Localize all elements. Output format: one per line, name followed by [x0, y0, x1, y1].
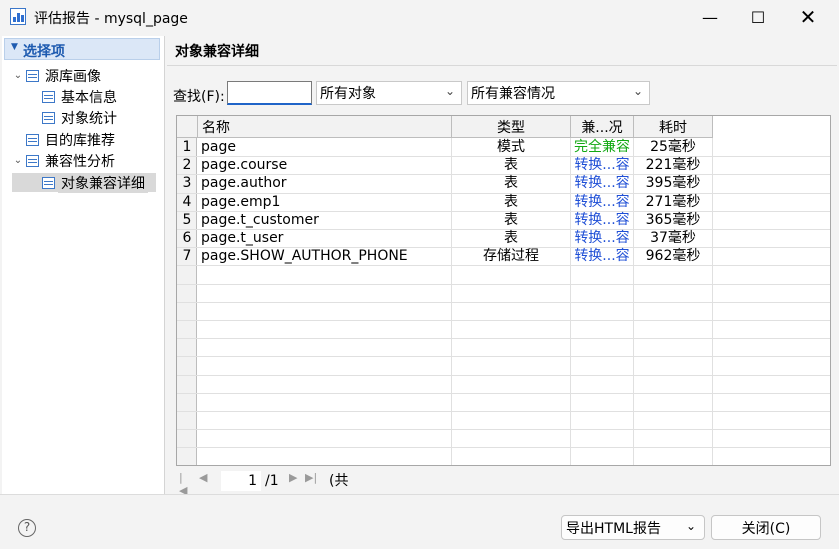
window-title: 评估报告 - mysql_page [34, 11, 188, 27]
help-icon[interactable]: ? [18, 519, 36, 537]
cell-name: page [201, 139, 236, 155]
tree-node-label: 基本信息 [61, 89, 117, 106]
tree-node-compat-analysis[interactable]: ⌄ 兼容性分析 [12, 151, 118, 170]
header-corner [177, 116, 198, 138]
cell-compat: 转换...容 [574, 211, 630, 228]
report-app-icon [10, 8, 26, 25]
close-icon: ✕ [799, 5, 817, 29]
page-number-input[interactable]: 1 [221, 471, 261, 491]
node-icon [42, 176, 55, 189]
chevron-down-icon: ⌄ [685, 519, 696, 533]
close-window-button[interactable]: ✕ [785, 0, 831, 34]
cell-name: page.t_customer [201, 211, 319, 228]
prev-page-icon[interactable]: ◀ [199, 471, 207, 484]
tree-node-label: 对象统计 [61, 110, 117, 127]
selection-tree: ▼ 选择项 ⌄ 源库画像 基本信息 对象统计 目的库推荐 ⌄ 兼容性分析 对象兼… [2, 36, 165, 494]
find-input[interactable] [227, 81, 312, 105]
main-panel: 对象兼容详细 查找(F): 所有对象 ⌄ 所有兼容情况 ⌄ 名称 类型 兼...… [167, 36, 837, 509]
chevron-down-icon: ⌄ [632, 84, 643, 98]
node-icon [42, 111, 55, 124]
cell-name: page.emp1 [201, 193, 281, 210]
row-number: 6 [182, 230, 192, 246]
close-button[interactable]: 关闭(C) [711, 515, 821, 540]
export-label: 导出HTML报告 [566, 520, 661, 537]
row-number: 5 [182, 211, 192, 228]
tree-node-basic-info[interactable]: 基本信息 [42, 87, 120, 106]
column-header-time[interactable]: 耗时 [634, 116, 713, 138]
cell-name: page.course [201, 157, 288, 174]
last-page-icon[interactable]: ▶| [305, 471, 317, 484]
cell-time: 271毫秒 [645, 193, 701, 210]
tree-node-label: 兼容性分析 [45, 153, 115, 170]
row-number: 7 [182, 248, 192, 265]
cell-time: 25毫秒 [650, 139, 696, 155]
next-page-icon[interactable]: ▶ [289, 471, 297, 484]
column-header-compat[interactable]: 兼...况 [571, 116, 634, 138]
cell-time: 962毫秒 [645, 248, 701, 265]
expand-chevron-icon[interactable]: ⌄ [12, 70, 24, 81]
cell-time: 365毫秒 [645, 211, 701, 228]
cell-name: page.author [201, 175, 287, 192]
tree-node-label: 源库画像 [45, 68, 101, 85]
column-header-name[interactable]: 名称 [198, 116, 452, 138]
maximize-icon: ☐ [750, 7, 766, 27]
tree-header-label: 选择项 [23, 44, 65, 60]
chevron-down-icon: ⌄ [444, 84, 455, 98]
bottom-bar: ? 导出HTML报告 ⌄ 关闭(C) [0, 494, 839, 549]
expand-chevron-icon[interactable]: ⌄ [12, 155, 24, 166]
find-label: 查找(F): [173, 89, 225, 105]
row-number: 4 [182, 193, 192, 210]
divider [167, 65, 837, 66]
cell-compat: 转换...容 [574, 193, 630, 210]
maximize-button[interactable]: ☐ [735, 0, 781, 34]
column-header-type[interactable]: 类型 [452, 116, 571, 138]
tree-header[interactable]: ▼ 选择项 [4, 38, 160, 60]
cell-name: page.t_user [201, 230, 284, 246]
export-html-button[interactable]: 导出HTML报告 ⌄ [561, 515, 705, 540]
cell-time: 37毫秒 [650, 230, 696, 246]
row-number: 1 [182, 139, 192, 155]
title-bar: 评估报告 - mysql_page — ☐ ✕ [0, 0, 839, 34]
node-icon [26, 133, 39, 146]
minimize-icon: — [702, 7, 718, 27]
minimize-button[interactable]: — [687, 0, 733, 34]
cell-compat: 转换...容 [574, 248, 630, 265]
collapse-arrow-icon: ▼ [11, 42, 18, 52]
cell-name: page.SHOW_AUTHOR_PHONE [201, 248, 408, 265]
cell-type: 模式 [497, 139, 525, 155]
node-icon [26, 69, 39, 82]
object-filter-select[interactable]: 所有对象 ⌄ [316, 81, 462, 105]
page-total: /1 [265, 473, 279, 489]
row-number: 2 [182, 157, 192, 174]
object-filter-value: 所有对象 [320, 86, 376, 102]
compat-filter-select[interactable]: 所有兼容情况 ⌄ [467, 81, 650, 105]
tree-node-object-compat-detail[interactable]: 对象兼容详细 [12, 172, 156, 193]
node-icon [42, 90, 55, 103]
cell-type: 表 [504, 211, 518, 228]
tree-node-label: 目的库推荐 [45, 132, 115, 149]
cell-time: 221毫秒 [645, 157, 701, 174]
object-grid: 名称 类型 兼...况 耗时 1 page 模式 完全兼容 25毫秒 2 page.cour… [176, 115, 831, 466]
tree-node-object-stats[interactable]: 对象统计 [42, 108, 120, 127]
tree-node-target-recommend[interactable]: 目的库推荐 [26, 130, 118, 149]
cell-type: 表 [504, 193, 518, 210]
cell-compat: 转换...容 [574, 175, 630, 192]
tree-node-source-profile[interactable]: ⌄ 源库画像 [12, 66, 104, 85]
cell-compat: 完全兼容 [574, 139, 630, 155]
cell-time: 395毫秒 [645, 175, 701, 192]
cell-type: 表 [504, 157, 518, 174]
cell-type: 表 [504, 175, 518, 192]
cell-compat: 转换...容 [574, 230, 630, 246]
compat-filter-value: 所有兼容情况 [471, 86, 555, 102]
cell-compat: 转换...容 [574, 157, 630, 174]
cell-type: 存储过程 [483, 248, 539, 265]
tree-node-label: 对象兼容详细 [58, 172, 148, 193]
panel-title: 对象兼容详细 [175, 44, 259, 60]
node-icon [26, 154, 39, 167]
cell-type: 表 [504, 230, 518, 246]
row-number: 3 [182, 175, 192, 192]
